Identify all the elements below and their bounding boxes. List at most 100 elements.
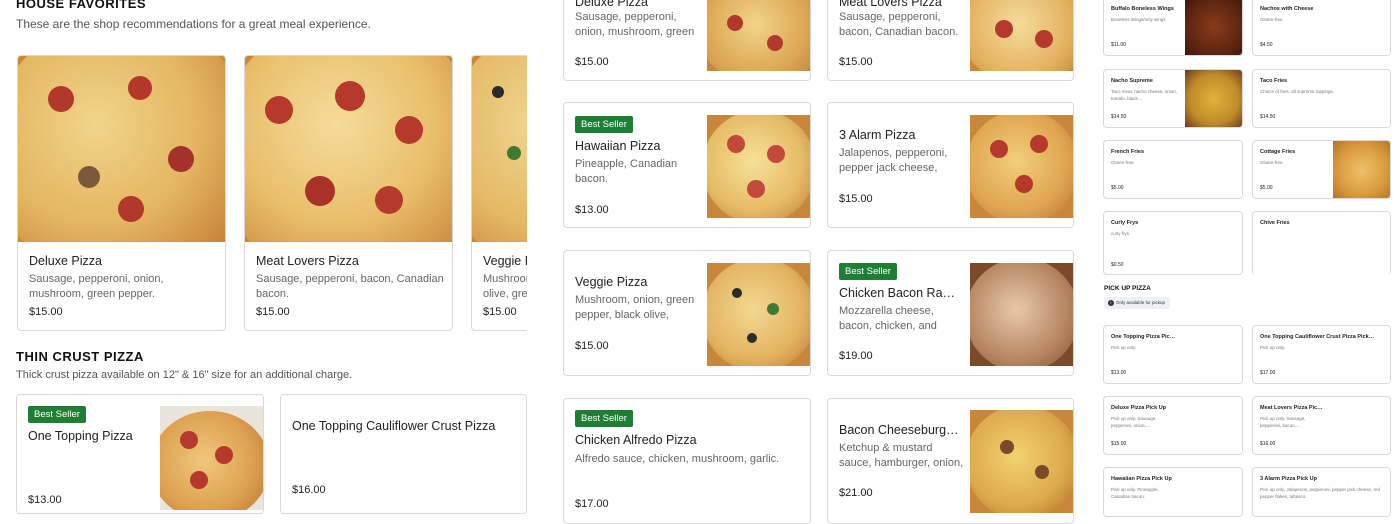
mid-card-name: Veggie Pizza xyxy=(575,275,648,289)
pickup-item-price: $13.00 xyxy=(1111,370,1127,376)
right-item-price: $11.00 xyxy=(1111,42,1126,48)
meat-lovers-pizza-image xyxy=(245,56,452,242)
right-item-name: Nachos with Cheese xyxy=(1260,6,1314,12)
mid-card-name: Meat Lovers Pizza xyxy=(839,0,942,9)
right-item-price: $5.00 xyxy=(1260,185,1273,191)
thin-card-cauliflower[interactable]: One Topping Cauliflower Crust Pizza $16.… xyxy=(280,394,527,514)
house-card-meat-lovers[interactable]: Meat Lovers Pizza Sausage, pepperoni, ba… xyxy=(244,55,453,331)
right-item-3[interactable]: Taco Fries Choice of fries, all supreme … xyxy=(1252,69,1391,128)
mid-card-desc: Sausage, pepperoni, bacon, Canadian baco… xyxy=(839,11,959,38)
mid-card-name: Chicken Bacon Ranch Pizza xyxy=(839,286,959,300)
mid-card-name: Bacon Cheeseburger Pizza xyxy=(839,423,959,437)
house-card-name: Meat Lovers Pizza xyxy=(256,254,359,268)
3-alarm-pizza-thumb xyxy=(970,115,1073,218)
pickup-item-1[interactable]: One Topping Cauliflower Crust Pizza Pick… xyxy=(1252,325,1391,384)
right-item-6[interactable]: Curly Frys curly frys $0.50 xyxy=(1103,211,1243,275)
mid-card-3-alarm[interactable]: 3 Alarm Pizza Jalapenos, pepperoni, pepp… xyxy=(827,102,1074,228)
mid-card-desc: Sausage, pepperoni, onion, mushroom, gre… xyxy=(575,11,695,38)
pickup-item-5[interactable]: 3 Alarm Pizza Pick Up Pick up only. Jala… xyxy=(1252,467,1391,517)
mid-card-price: $15.00 xyxy=(839,56,873,68)
right-item-desc: Boneless Wings/only wings xyxy=(1111,17,1166,22)
pickup-item-desc: Pick up only. Sausage, pepperoni, onion,… xyxy=(1111,416,1157,428)
pickup-item-name: Hawaiian Pizza Pick Up xyxy=(1111,476,1172,482)
mid-card-chicken-alfredo[interactable]: Best Seller Chicken Alfredo Pizza Alfred… xyxy=(563,398,811,524)
thin-card-name: One Topping Pizza xyxy=(28,429,133,443)
pickup-item-name: Meat Lovers Pizza Pic… xyxy=(1260,405,1323,411)
right-item-desc: Gluten-free. xyxy=(1260,17,1284,22)
pickup-note-chip: i Only available for pickup xyxy=(1104,297,1171,309)
pickup-item-price: $17.00 xyxy=(1260,370,1276,376)
right-item-name: Chive Fries xyxy=(1260,220,1290,226)
right-item-desc: Gluten-free. xyxy=(1260,160,1284,165)
house-card-name: Veggie Pizza xyxy=(483,254,527,268)
right-item-4[interactable]: French Fries Gluten-free. $5.00 xyxy=(1103,140,1243,199)
mid-card-bacon-cheeseburger[interactable]: Bacon Cheeseburger Pizza Ketchup & musta… xyxy=(827,398,1074,524)
right-item-price: $14.50 xyxy=(1260,114,1276,120)
mid-card-desc: Mozzarella cheese, bacon, chicken, and y… xyxy=(839,305,937,332)
right-item-desc: curly frys xyxy=(1111,231,1129,236)
thin-crust-title: THIN CRUST PIZZA xyxy=(16,349,144,364)
mid-card-desc: Mushroom, onion, green pepper, black oli… xyxy=(575,294,695,321)
mid-card-deluxe[interactable]: Deluxe Pizza Sausage, pepperoni, onion, … xyxy=(563,0,811,81)
pickup-item-desc: Pick up only. Sausage, pepperoni, bacon,… xyxy=(1260,416,1306,428)
pickup-item-2[interactable]: Deluxe Pizza Pick Up Pick up only. Sausa… xyxy=(1103,396,1243,455)
one-topping-pizza-image xyxy=(160,406,263,510)
pickup-item-0[interactable]: One Topping Pizza Pic… Pick up only. $13… xyxy=(1103,325,1243,384)
mid-card-price: $13.00 xyxy=(575,204,609,216)
pickup-item-name: Deluxe Pizza Pick Up xyxy=(1111,405,1167,411)
house-card-deluxe[interactable]: Deluxe Pizza Sausage, pepperoni, onion, … xyxy=(17,55,226,331)
pickup-item-desc: Pick up only. xyxy=(1260,345,1286,350)
mid-card-desc: Alfredo sauce, chicken, mushroom, garlic… xyxy=(575,453,780,465)
deluxe-pizza-image xyxy=(18,56,225,242)
pickup-item-4[interactable]: Hawaiian Pizza Pick Up Pick up only. Pin… xyxy=(1103,467,1243,517)
right-item-2[interactable]: Nacho Supreme Taco meat, nacho cheese, o… xyxy=(1103,69,1243,128)
mid-card-desc: Pineapple, Canadian bacon. xyxy=(575,158,678,185)
mid-card-price: $21.00 xyxy=(839,487,873,499)
mid-card-meat-lovers[interactable]: Meat Lovers Pizza Sausage, pepperoni, ba… xyxy=(827,0,1074,81)
mid-card-desc: Ketchup & mustard sauce, hamburger, onio… xyxy=(839,442,964,469)
best-seller-badge: Best Seller xyxy=(575,116,633,133)
right-item-7[interactable]: Chive Fries xyxy=(1252,211,1391,275)
right-item-desc: Choice of fries, all supreme toppings. xyxy=(1260,89,1335,94)
pickup-item-3[interactable]: Meat Lovers Pizza Pic… Pick up only. Sau… xyxy=(1252,396,1391,455)
best-seller-badge: Best Seller xyxy=(839,263,897,280)
pickup-item-price: $16.00 xyxy=(1260,441,1276,447)
wings-thumb xyxy=(1185,0,1242,55)
thin-crust-subtitle: Thick crust pizza available on 12" & 16"… xyxy=(16,369,353,381)
house-card-veggie[interactable]: Veggie Pizza Mushroom, onion, green pepp… xyxy=(471,55,527,331)
mid-card-hawaiian[interactable]: Best Seller Hawaiian Pizza Pineapple, Ca… xyxy=(563,102,811,228)
pickup-item-desc: Pick up only. xyxy=(1111,345,1137,350)
pickup-item-name: 3 Alarm Pizza Pick Up xyxy=(1260,476,1317,482)
house-favorites-subtitle: These are the shop recommendations for a… xyxy=(16,17,371,31)
nacho-supreme-thumb xyxy=(1185,70,1242,127)
right-item-price: $14.50 xyxy=(1111,114,1127,120)
pickup-item-price: $15.00 xyxy=(1111,441,1127,447)
right-item-desc: Gluten-free. xyxy=(1111,160,1135,165)
mid-card-name: 3 Alarm Pizza xyxy=(839,128,916,142)
info-icon: i xyxy=(1108,300,1114,306)
thin-card-one-topping[interactable]: Best Seller One Topping Pizza $13.00 xyxy=(16,394,264,514)
chicken-bacon-ranch-pizza-thumb xyxy=(970,263,1073,366)
mid-card-name: Hawaiian Pizza xyxy=(575,139,661,153)
mid-card-veggie[interactable]: Veggie Pizza Mushroom, onion, green pepp… xyxy=(563,250,811,376)
mid-card-chicken-bacon-ranch[interactable]: Best Seller Chicken Bacon Ranch Pizza Mo… xyxy=(827,250,1074,376)
right-item-5[interactable]: Cottage Fries Gluten-free. $5.00 xyxy=(1252,140,1391,199)
right-item-name: Buffalo Boneless Wings xyxy=(1111,6,1174,12)
right-item-name: Taco Fries xyxy=(1260,78,1288,84)
pickup-title: PICK UP PIZZA xyxy=(1104,285,1151,292)
right-item-1[interactable]: Nachos with Cheese Gluten-free. $4.50 xyxy=(1252,0,1391,56)
right-item-name: Cottage Fries xyxy=(1260,149,1296,155)
right-item-price: $0.50 xyxy=(1111,262,1124,268)
mid-card-price: $15.00 xyxy=(575,56,609,68)
mid-card-price: $15.00 xyxy=(575,340,609,352)
right-item-name: French Fries xyxy=(1111,149,1145,155)
best-seller-badge: Best Seller xyxy=(28,406,86,423)
mid-card-desc: Jalapenos, pepperoni, pepper jack cheese… xyxy=(839,147,948,174)
deluxe-pizza-thumb xyxy=(707,0,810,71)
house-card-desc: Mushroom, onion, green pepper, black oli… xyxy=(483,273,527,300)
right-item-0[interactable]: Buffalo Boneless Wings Boneless Wings/on… xyxy=(1103,0,1243,56)
mid-card-price: $19.00 xyxy=(839,350,873,362)
right-item-price: $4.50 xyxy=(1260,42,1273,48)
mid-card-name: Chicken Alfredo Pizza xyxy=(575,433,697,447)
right-item-price: $5.00 xyxy=(1111,185,1124,191)
